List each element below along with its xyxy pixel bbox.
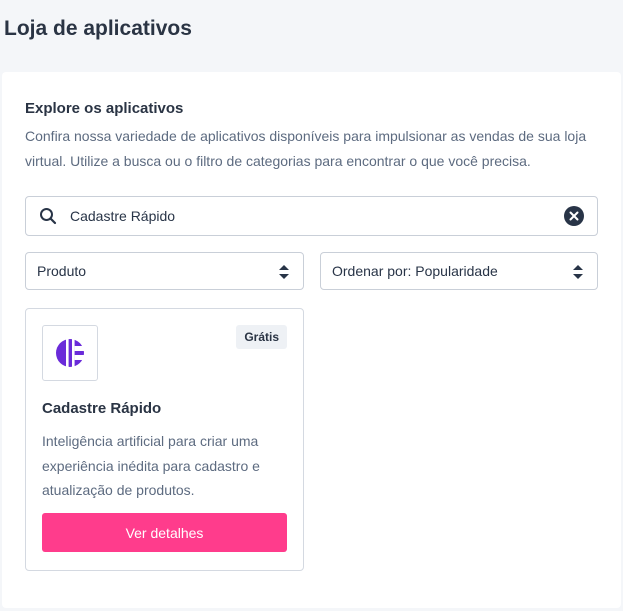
- section-description: Confira nossa variedade de aplicativos d…: [25, 128, 587, 169]
- sort-arrows-icon: [279, 265, 289, 279]
- search-icon: [39, 207, 57, 225]
- sort-select-value: Ordenar por: Popularidade: [332, 263, 498, 279]
- app-store-panel: Explore os aplicativos Confira nossa var…: [2, 72, 621, 608]
- category-select-value: Produto: [37, 263, 87, 279]
- sort-select[interactable]: Ordenar por: Popularidade: [320, 252, 598, 290]
- search-input[interactable]: [70, 201, 550, 231]
- page-title: Loja de aplicativos: [4, 17, 192, 40]
- sort-arrows-icon: [573, 265, 583, 279]
- section-title: Explore os aplicativos: [25, 100, 184, 117]
- app-card: Grátis Cadastre Rápido Inteligência arti…: [25, 308, 304, 571]
- app-name: Cadastre Rápido: [42, 400, 162, 417]
- view-details-button[interactable]: Ver detalhes: [42, 513, 287, 552]
- price-badge: Grátis: [236, 325, 287, 349]
- category-select[interactable]: Produto: [25, 252, 304, 290]
- clear-icon[interactable]: [564, 206, 584, 226]
- cadastre-rapido-logo-icon: [42, 325, 98, 381]
- search-box[interactable]: [25, 196, 598, 236]
- app-description: Inteligência artificial para criar uma e…: [42, 433, 260, 498]
